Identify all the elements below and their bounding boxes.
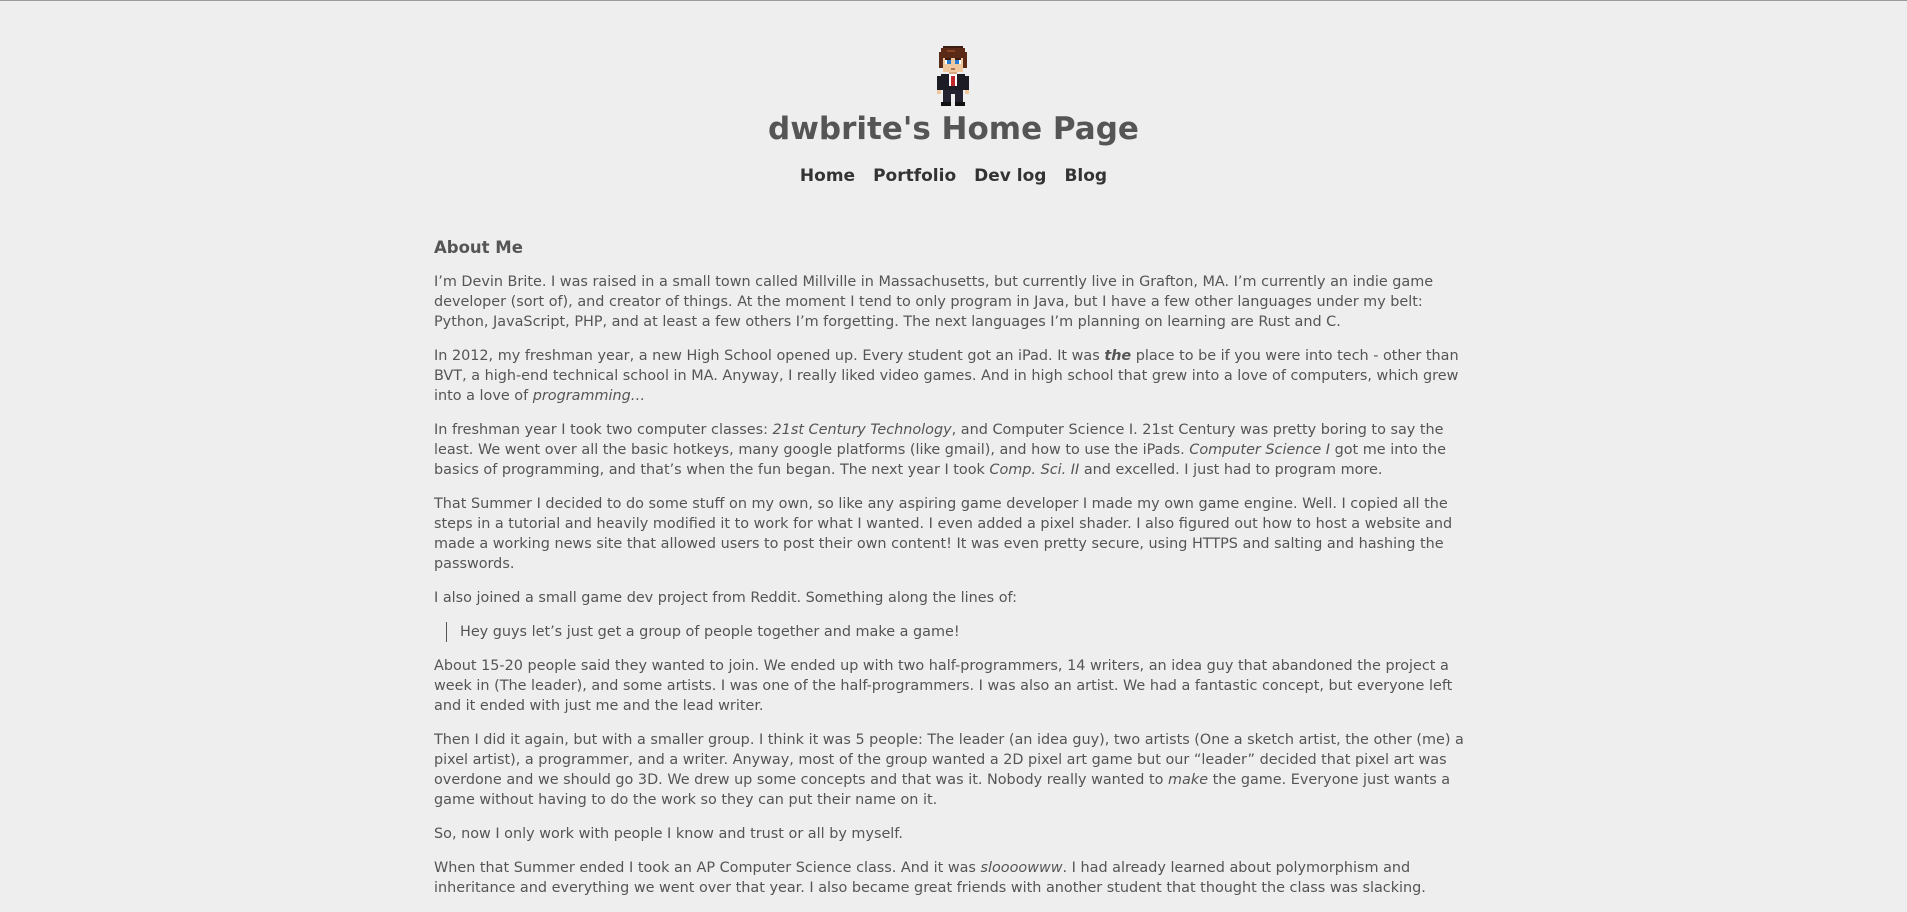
paragraph-summer: That Summer I decided to do some stuff o… [434,496,1453,572]
paragraph-intro: I’m Devin Brite. I was raised in a small… [434,274,1434,330]
paragraph-high-school: In 2012, my freshman year, a new High Sc… [434,346,1474,406]
pixel-avatar-icon [937,46,969,106]
nav-portfolio-link[interactable]: Portfolio [873,166,956,186]
emphasis-class-name: Computer Science I [1189,442,1331,458]
paragraph-trust: So, now I only work with people I know a… [434,826,903,842]
top-divider [0,0,1907,1]
paragraph-team: About 15-20 people said they wanted to j… [434,658,1453,714]
emphasis-slow: sloooowww [980,860,1063,876]
article-content: About Me I’m Devin Brite. I was raised i… [434,236,1474,912]
site-title: dwbrite's Home Page [768,111,1139,147]
paragraph-second-group: Then I did it again, but with a smaller … [434,730,1474,810]
emphasis-class-name: Comp. Sci. II [989,462,1080,478]
nav-home-link[interactable]: Home [800,166,855,186]
main-nav: Home Portfolio Dev log Blog [0,164,1907,188]
emphasis-programming: programming… [532,388,646,404]
emphasis-make: make [1168,772,1209,788]
text-span: When that Summer ended I took an AP Comp… [434,860,981,876]
text-span: and excelled. I just had to program more… [1079,462,1383,478]
emphasis-class-name: 21st Century Technology [772,422,952,438]
quote-block: Hey guys let’s just get a group of peopl… [446,622,1474,642]
about-heading: About Me [434,238,523,257]
paragraph-reddit: I also joined a small game dev project f… [434,590,1017,606]
nav-devlog-link[interactable]: Dev log [974,166,1046,186]
emphasis-the: the [1104,348,1132,364]
paragraph-classes: In freshman year I took two computer cla… [434,420,1474,480]
nav-blog-link[interactable]: Blog [1064,166,1107,186]
text-span: In freshman year I took two computer cla… [434,422,773,438]
text-span: In 2012, my freshman year, a new High Sc… [434,348,1105,364]
paragraph-ap-class: When that Summer ended I took an AP Comp… [434,858,1474,898]
